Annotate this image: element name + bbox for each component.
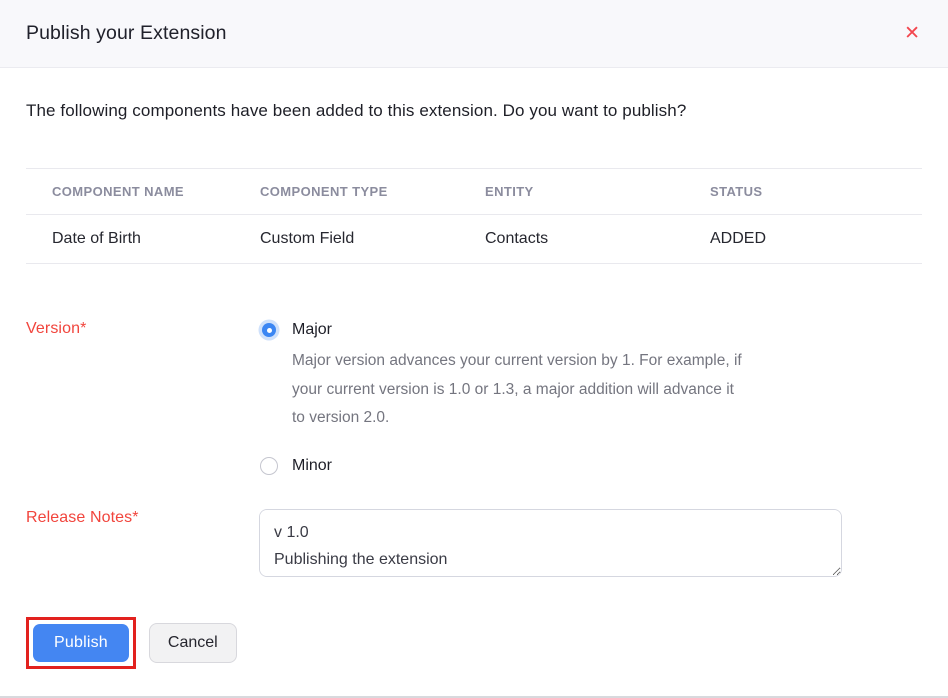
modal-header: Publish your Extension ✕ — [0, 0, 948, 68]
version-label-col: Version* — [26, 320, 259, 338]
version-options: Major Major version advances your curren… — [259, 320, 744, 476]
intro-text: The following components have been added… — [26, 101, 922, 121]
components-table: COMPONENT NAME COMPONENT TYPE ENTITY STA… — [26, 168, 922, 264]
version-label: Version* — [26, 318, 86, 337]
publish-extension-modal: Publish your Extension ✕ The following c… — [0, 0, 948, 698]
radio-unselected-icon[interactable] — [260, 457, 278, 475]
release-notes-label-col: Release Notes* — [26, 509, 259, 527]
major-description: Major version advances your current vers… — [292, 347, 744, 433]
table-row: Date of Birth Custom Field Contacts ADDE… — [26, 215, 922, 264]
column-header-component-name: COMPONENT NAME — [26, 169, 260, 215]
radio-major-label: Major — [292, 321, 332, 339]
close-icon[interactable]: ✕ — [904, 24, 920, 43]
cell-status: ADDED — [710, 215, 922, 264]
column-header-component-type: COMPONENT TYPE — [260, 169, 485, 215]
modal-actions: Publish Cancel — [26, 617, 922, 669]
radio-option-minor[interactable]: Minor — [259, 456, 744, 476]
table-header-row: COMPONENT NAME COMPONENT TYPE ENTITY STA… — [26, 169, 922, 215]
publish-button[interactable]: Publish — [33, 624, 129, 662]
modal-title: Publish your Extension — [26, 22, 227, 45]
radio-minor-label: Minor — [292, 457, 332, 475]
cell-component-type: Custom Field — [260, 215, 485, 264]
release-notes-field-row: Release Notes* v 1.0 Publishing the exte… — [26, 509, 922, 577]
column-header-entity: ENTITY — [485, 169, 710, 215]
radio-selected-icon[interactable] — [262, 323, 276, 337]
cell-entity: Contacts — [485, 215, 710, 264]
version-field-row: Version* Major Major version advances yo… — [26, 320, 922, 476]
radio-option-major[interactable]: Major — [259, 320, 744, 340]
column-header-status: STATUS — [710, 169, 922, 215]
cancel-button[interactable]: Cancel — [149, 623, 237, 663]
cell-component-name: Date of Birth — [26, 215, 260, 264]
annotation-highlight: Publish — [26, 617, 136, 669]
modal-body: The following components have been added… — [0, 101, 948, 669]
release-notes-label: Release Notes* — [26, 498, 139, 526]
release-notes-input[interactable]: v 1.0 Publishing the extension — [259, 509, 842, 577]
